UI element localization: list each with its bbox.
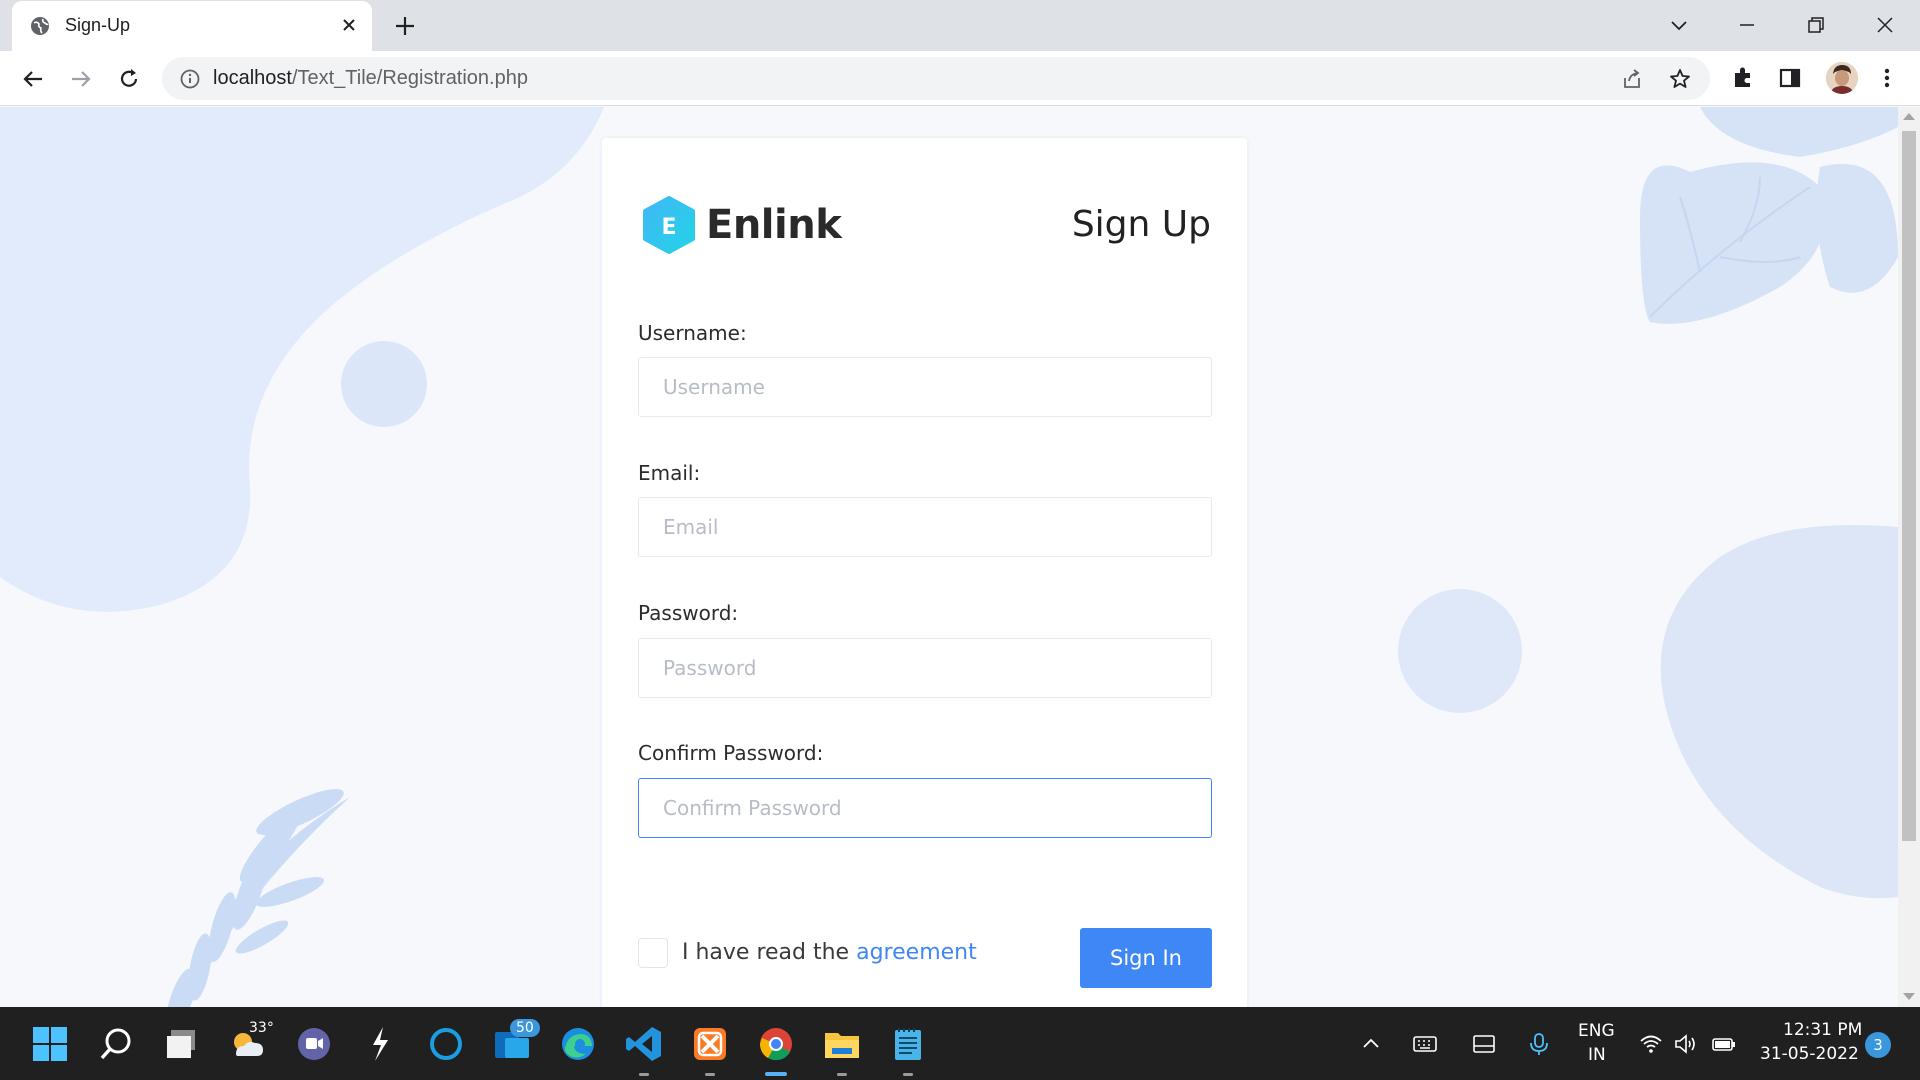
- language-code[interactable]: ENG: [1578, 1021, 1615, 1041]
- battery-icon[interactable]: [1711, 1031, 1737, 1057]
- side-panel-icon[interactable]: [1777, 65, 1803, 91]
- scroll-up-arrow-icon[interactable]: [1903, 113, 1915, 120]
- vscode-icon[interactable]: [624, 1024, 664, 1064]
- hexagon-logo-icon: E: [643, 196, 695, 254]
- password-input[interactable]: [638, 638, 1212, 698]
- page-scrollbar[interactable]: [1898, 107, 1920, 1007]
- minimize-icon[interactable]: [1732, 10, 1762, 40]
- vscode-running-indicator: [639, 1073, 649, 1076]
- scroll-down-arrow-icon[interactable]: [1903, 993, 1915, 1000]
- url-text: localhost/Text_Tile/Registration.php: [213, 67, 528, 89]
- forward-icon[interactable]: [66, 64, 96, 94]
- edge-browser-icon[interactable]: [558, 1024, 598, 1064]
- search-icon[interactable]: [96, 1024, 136, 1064]
- mail-badge: 50: [510, 1019, 540, 1037]
- clock-date[interactable]: 31-05-2022: [1760, 1044, 1859, 1064]
- username-input[interactable]: [638, 357, 1212, 417]
- notification-badge[interactable]: 3: [1865, 1032, 1891, 1058]
- tab-title: Sign-Up: [65, 15, 131, 35]
- display-icon[interactable]: [1471, 1031, 1497, 1057]
- xampp-icon[interactable]: [690, 1024, 730, 1064]
- restore-icon[interactable]: [1801, 10, 1831, 40]
- clock-time[interactable]: 12:31 PM: [1783, 1020, 1862, 1040]
- tab-strip: Sign-Up: [0, 0, 1920, 51]
- tab-search-icon[interactable]: [1664, 10, 1694, 40]
- chevron-up-icon[interactable]: [1358, 1031, 1384, 1057]
- wifi-icon[interactable]: [1638, 1031, 1664, 1057]
- xampp-running-indicator: [705, 1073, 715, 1076]
- sign-in-button[interactable]: Sign In: [1080, 928, 1212, 988]
- notepad-running-indicator: [903, 1073, 913, 1076]
- file-explorer-icon[interactable]: [822, 1024, 862, 1064]
- address-bar[interactable]: localhost/Text_Tile/Registration.php: [162, 57, 1710, 100]
- email-input[interactable]: [638, 497, 1212, 557]
- language-region[interactable]: IN: [1588, 1045, 1606, 1065]
- close-tab-icon[interactable]: [338, 14, 360, 36]
- menu-kebab-icon[interactable]: [1874, 65, 1900, 91]
- share-icon[interactable]: [1620, 67, 1644, 91]
- microphone-icon[interactable]: [1526, 1031, 1552, 1057]
- taskbar: 33° 50 ENG IN 12:31 PM 31-05-2022 3: [0, 1007, 1920, 1080]
- scrollbar-thumb[interactable]: [1902, 131, 1916, 841]
- chrome-icon[interactable]: [756, 1024, 796, 1064]
- browser-tab[interactable]: Sign-Up: [12, 1, 372, 51]
- task-view-icon[interactable]: [162, 1024, 202, 1064]
- keyboard-icon[interactable]: [1412, 1031, 1438, 1057]
- notepad-icon[interactable]: [888, 1024, 928, 1064]
- agreement-text: I have read the agreement: [682, 940, 977, 965]
- username-label: Username:: [638, 321, 747, 345]
- extensions-icon[interactable]: [1730, 65, 1756, 91]
- close-window-icon[interactable]: [1870, 10, 1900, 40]
- brand-name: Enlink: [706, 202, 842, 248]
- volume-icon[interactable]: [1673, 1031, 1699, 1057]
- cortana-icon[interactable]: [426, 1024, 466, 1064]
- windows-start-icon[interactable]: [30, 1024, 70, 1064]
- page-viewport: E Enlink Sign Up Username: Email: Passwo…: [0, 107, 1898, 1007]
- page-title: Sign Up: [1071, 204, 1211, 245]
- logo-letter: E: [661, 215, 676, 240]
- explorer-running-indicator: [837, 1073, 847, 1076]
- bookmark-star-icon[interactable]: [1668, 67, 1692, 91]
- reload-icon[interactable]: [114, 64, 144, 94]
- agreement-checkbox[interactable]: [638, 938, 668, 968]
- globe-icon: [31, 17, 49, 35]
- confirm-password-input[interactable]: [638, 778, 1212, 838]
- agreement-label: I have read the: [682, 940, 850, 965]
- profile-avatar[interactable]: [1826, 62, 1858, 94]
- back-icon[interactable]: [18, 64, 48, 94]
- app-lightning-icon[interactable]: [360, 1024, 400, 1064]
- teams-chat-icon[interactable]: [294, 1024, 334, 1064]
- confirm-password-label: Confirm Password:: [638, 741, 824, 765]
- signup-card: E Enlink Sign Up Username: Email: Passwo…: [602, 138, 1247, 1007]
- chrome-active-indicator: [765, 1072, 787, 1076]
- info-icon[interactable]: [179, 68, 201, 90]
- avatar-image: [1826, 62, 1858, 94]
- email-label: Email:: [638, 461, 701, 485]
- agreement-link[interactable]: agreement: [856, 940, 977, 965]
- password-label: Password:: [638, 601, 739, 625]
- weather-temp: 33°: [249, 1020, 274, 1036]
- browser-toolbar: localhost/Text_Tile/Registration.php: [0, 51, 1920, 106]
- new-tab-icon[interactable]: [391, 12, 419, 40]
